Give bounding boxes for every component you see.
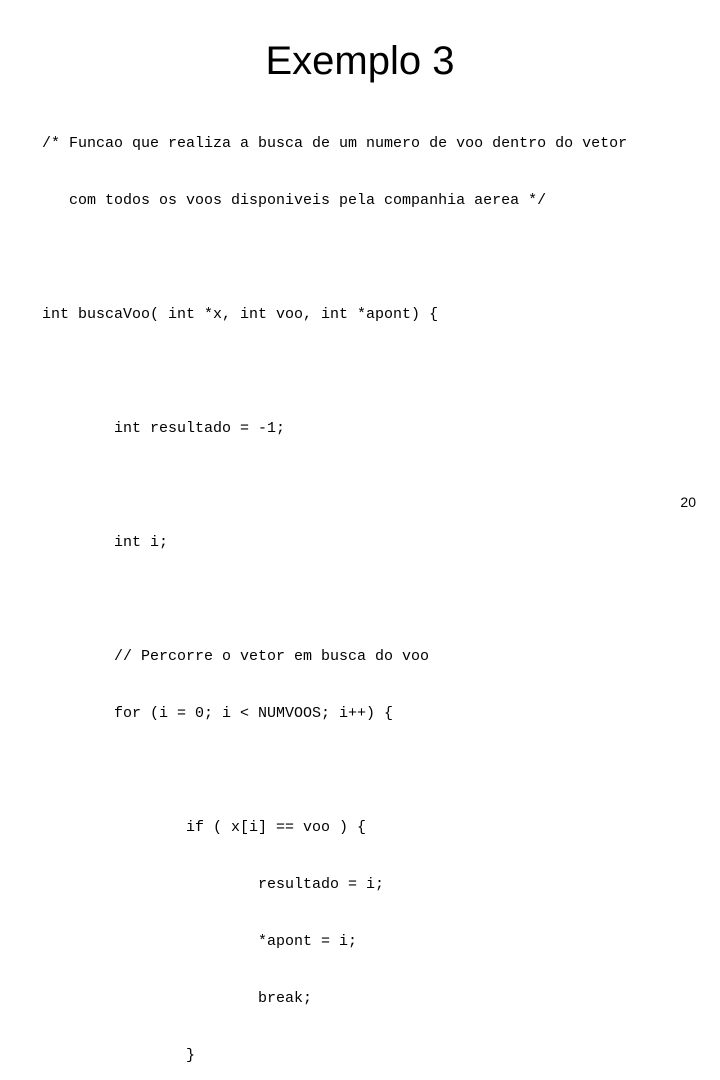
code-line: int resultado = -1;	[42, 420, 286, 437]
code-line: com todos os voos disponiveis pela compa…	[42, 192, 547, 209]
code-line: int buscaVoo( int *x, int voo, int *apon…	[42, 306, 439, 323]
page-number: 20	[680, 494, 696, 510]
code-line: /* Funcao que realiza a busca de um nume…	[42, 135, 628, 152]
code-line: *apont = i;	[42, 933, 358, 950]
code-line: // Percorre o vetor em busca do voo	[42, 648, 430, 665]
code-line: for (i = 0; i < NUMVOOS; i++) {	[42, 705, 394, 722]
code-line: int i;	[42, 534, 169, 551]
code-line: break;	[42, 990, 313, 1007]
code-listing: /* Funcao que realiza a busca de um nume…	[42, 96, 712, 1080]
code-line: }	[42, 1047, 196, 1064]
slide-canvas: Exemplo 3 /* Funcao que realiza a busca …	[0, 0, 720, 1064]
page-title: Exemplo 3	[265, 39, 455, 83]
code-line: if ( x[i] == voo ) {	[42, 819, 367, 836]
code-line: resultado = i;	[42, 876, 385, 893]
